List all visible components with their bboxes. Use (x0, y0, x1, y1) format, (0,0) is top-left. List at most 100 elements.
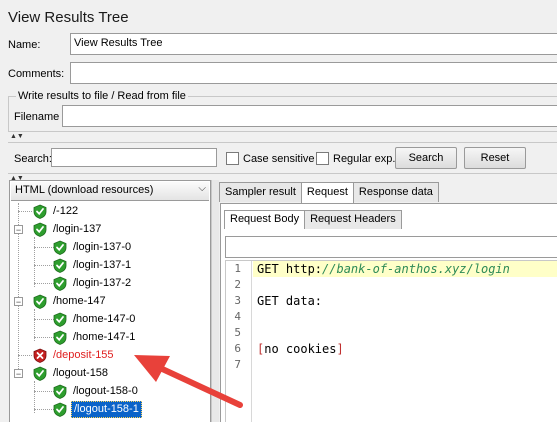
tree-connector (34, 319, 54, 320)
tab-request-headers[interactable]: Request Headers (304, 210, 402, 229)
success-shield-icon (33, 294, 47, 309)
comments-field[interactable] (70, 62, 557, 84)
tree-connector (34, 237, 35, 287)
tree-item[interactable]: /-122 (33, 202, 80, 220)
code-line-1: GET http://bank-of-anthos.xyz/login (253, 261, 557, 277)
success-shield-icon (53, 312, 67, 327)
tree-item-label: /logout-158-1 (71, 400, 142, 418)
tree-connector (34, 265, 54, 266)
tree-item-label: /login-137-0 (73, 240, 132, 253)
tree-item[interactable]: /logout-158-0 (53, 382, 140, 400)
tree-item[interactable]: /home-147-1 (53, 328, 137, 346)
request-url: //bank-of-anthos.xyz/login (322, 262, 510, 276)
collapse-toggle-icon[interactable]: − (14, 225, 23, 235)
tree-connector (34, 283, 54, 284)
success-shield-icon (53, 330, 67, 345)
tab-request[interactable]: Request (300, 182, 354, 203)
comments-label: Comments: (8, 68, 65, 80)
case-sensitive-label: Case sensitive (243, 153, 315, 165)
tree-item-label: /home-147 (53, 294, 106, 307)
reset-button[interactable]: Reset (464, 147, 526, 169)
request-method: GET (257, 262, 286, 276)
line-number: 3 (234, 294, 241, 307)
tree-connector (34, 247, 54, 248)
search-input[interactable] (51, 148, 217, 167)
regex-label: Regular exp. (333, 153, 396, 165)
tab-request-body[interactable]: Request Body (224, 210, 306, 229)
window-title: View Results Tree (8, 9, 129, 26)
renderer-select[interactable]: HTML (download resources) ⌵ (11, 182, 209, 201)
name-label: Name: (8, 39, 41, 51)
line-number: 5 (234, 326, 241, 339)
tree-item-label: /logout-158-0 (73, 384, 138, 397)
request-body-editor[interactable]: 1 2 3 4 5 6 7 GET http://bank-of-anthos.… (225, 260, 557, 422)
success-shield-icon (53, 276, 67, 291)
success-shield-icon (53, 258, 67, 273)
tree-connector (18, 355, 32, 356)
collapse-toggle-icon[interactable]: − (14, 297, 23, 307)
tree-item-label: /home-147-0 (73, 312, 136, 325)
chevron-down-icon: ⌵ (198, 183, 206, 194)
success-shield-icon (53, 402, 67, 417)
code-line-3: GET data: (257, 294, 323, 308)
search-button[interactable]: Search (395, 147, 457, 169)
success-shield-icon (53, 384, 67, 399)
renderer-select-value: HTML (download resources) (15, 184, 154, 196)
tree-item-label: /login-137-2 (73, 276, 132, 289)
tree-item[interactable]: /login-137-2 (53, 274, 133, 292)
tab-sampler-result[interactable]: Sampler result (219, 182, 302, 202)
tree-item[interactable]: /logout-158-1 (53, 400, 142, 418)
tree-item[interactable]: /login-137 (33, 220, 103, 238)
line-number: 4 (234, 310, 241, 323)
tree-item[interactable]: /home-147-0 (53, 310, 137, 328)
tree-item[interactable]: /logout-158 (33, 364, 110, 382)
search-bar: Search: Case sensitive Regular exp. Sear… (8, 142, 557, 174)
code-line-6: [no cookies] (253, 341, 557, 357)
line-number: 6 (234, 342, 241, 355)
tree-scrollbar[interactable] (211, 180, 219, 422)
request-toolbar-field[interactable] (225, 236, 557, 258)
results-tree-panel: HTML (download resources) ⌵ − − − /-122 /… (9, 180, 211, 422)
tree-item[interactable]: /home-147 (33, 292, 108, 310)
tree-item[interactable]: /login-137-1 (53, 256, 133, 274)
case-sensitive-checkbox[interactable] (226, 152, 239, 165)
collapse-toggle-icon[interactable]: − (14, 369, 23, 379)
request-tabs: Request Body Request Headers (224, 210, 402, 229)
line-number: 1 (234, 262, 241, 275)
tree-connector (18, 211, 32, 212)
tree-item-label: /deposit-155 (53, 348, 114, 361)
success-shield-icon (33, 204, 47, 219)
request-scheme: http: (285, 262, 323, 276)
tree-item-label: /-122 (53, 204, 79, 217)
cookies-text: no cookies (264, 342, 337, 356)
search-label: Search: (14, 153, 52, 165)
tree-connector (34, 337, 54, 338)
filename-label: Filename (14, 111, 60, 123)
result-tabs: Sampler result Request Response data (219, 182, 439, 204)
write-results-group: Write results to file / Read from file F… (8, 90, 557, 132)
success-shield-icon (53, 240, 67, 255)
tree-connector (34, 391, 54, 392)
tree-item-label: /login-137 (53, 222, 102, 235)
tree-item[interactable]: /deposit-155 (33, 346, 116, 364)
line-number: 2 (234, 278, 241, 291)
line-number-gutter: 1 2 3 4 5 6 7 (226, 261, 252, 422)
tree-item[interactable]: /login-137-0 (53, 238, 133, 256)
filename-field[interactable] (62, 105, 557, 127)
write-results-group-label: Write results to file / Read from file (16, 90, 188, 102)
code-lines: GET http://bank-of-anthos.xyz/login GET … (253, 261, 557, 373)
tree-item-label: /logout-158 (53, 366, 109, 379)
tree-item-label: /login-137-1 (73, 258, 132, 271)
request-panel: Request Body Request Headers 1 2 3 4 5 6… (220, 203, 557, 422)
splitter-collapse-icon[interactable]: ▲▼ (10, 133, 24, 140)
tree-connector (34, 409, 54, 410)
name-field[interactable]: View Results Tree (70, 33, 557, 55)
line-number: 7 (234, 358, 241, 371)
tab-response-data[interactable]: Response data (352, 182, 439, 202)
regex-checkbox[interactable] (316, 152, 329, 165)
success-shield-icon (33, 366, 47, 381)
bracket-close: ] (336, 342, 344, 356)
